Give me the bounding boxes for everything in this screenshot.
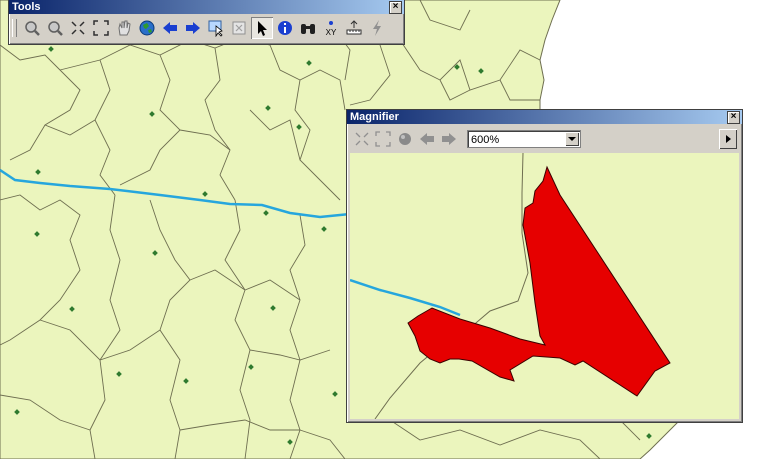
chevron-down-icon	[568, 136, 576, 141]
zoom-out-icon	[48, 21, 63, 36]
select-features-icon	[208, 20, 223, 37]
fixed-zoom-in-icon	[71, 21, 85, 35]
pan-hand-icon	[118, 20, 131, 36]
select-elements-pointer-icon	[258, 21, 267, 36]
identify-icon	[278, 21, 292, 35]
magnifier-titlebar[interactable]: Magnifier ×	[347, 110, 742, 124]
fixed-zoom-out-icon	[375, 131, 391, 147]
full-extent-globe-icon	[139, 20, 155, 36]
go-to-xy-button[interactable]: XY	[320, 17, 342, 39]
tools-window: Tools × XY	[8, 0, 405, 45]
zoom-level-value: 600%	[471, 134, 500, 146]
back-button[interactable]	[159, 17, 181, 39]
pan-button[interactable]	[113, 17, 135, 39]
back-arrow-icon	[163, 22, 177, 34]
mag-refresh-button[interactable]	[395, 129, 415, 149]
zoom-level-select[interactable]: 600%	[467, 130, 581, 148]
fixed-zoom-in-button[interactable]	[67, 17, 89, 39]
find-binoculars-icon	[301, 24, 315, 34]
hyperlink-button[interactable]	[366, 17, 388, 39]
mag-fixed-zoom-in-button[interactable]	[352, 129, 372, 149]
zoom-dropdown-button[interactable]	[565, 132, 579, 146]
clear-selection-button[interactable]	[228, 17, 250, 39]
magnifier-title: Magnifier	[350, 111, 399, 123]
tools-title: Tools	[12, 1, 41, 13]
measure-icon	[346, 20, 362, 35]
identify-button[interactable]	[274, 17, 296, 39]
tools-titlebar[interactable]: Tools ×	[9, 0, 404, 14]
mag-back-button[interactable]	[417, 129, 437, 149]
tools-close-button[interactable]: ×	[389, 1, 402, 14]
zoom-in-button[interactable]	[21, 17, 43, 39]
fixed-zoom-in-icon	[355, 132, 369, 146]
magnifier-window: Magnifier × 600%	[346, 109, 743, 423]
refresh-ball-icon	[399, 133, 411, 145]
find-button[interactable]	[297, 17, 319, 39]
forward-arrow-icon	[186, 22, 200, 34]
back-arrow-icon	[420, 133, 434, 145]
forward-button[interactable]	[182, 17, 204, 39]
magnifier-menu-button[interactable]	[719, 129, 737, 149]
measure-button[interactable]	[343, 17, 365, 39]
fixed-zoom-out-icon	[93, 20, 109, 36]
magnifier-view[interactable]	[350, 153, 739, 419]
hyperlink-lightning-icon	[373, 20, 381, 36]
mag-forward-button[interactable]	[439, 129, 459, 149]
triangle-right-icon	[725, 135, 731, 143]
mag-fixed-zoom-out-button[interactable]	[373, 129, 393, 149]
forward-arrow-icon	[442, 133, 456, 145]
magnified-map	[350, 153, 739, 419]
magnifier-close-button[interactable]: ×	[727, 111, 740, 124]
select-features-button[interactable]	[205, 17, 227, 39]
fixed-zoom-out-button[interactable]	[90, 17, 112, 39]
full-extent-button[interactable]	[136, 17, 158, 39]
tools-toolbar: XY	[12, 17, 388, 39]
select-elements-button[interactable]	[251, 17, 273, 39]
svg-text:XY: XY	[326, 28, 337, 37]
zoom-out-button[interactable]	[44, 17, 66, 39]
go-to-xy-icon: XY	[326, 21, 337, 37]
clear-selection-icon	[232, 21, 246, 35]
toolbar-grip[interactable]	[12, 19, 17, 37]
zoom-in-icon	[25, 21, 40, 36]
magnifier-toolbar: 600%	[350, 127, 738, 151]
